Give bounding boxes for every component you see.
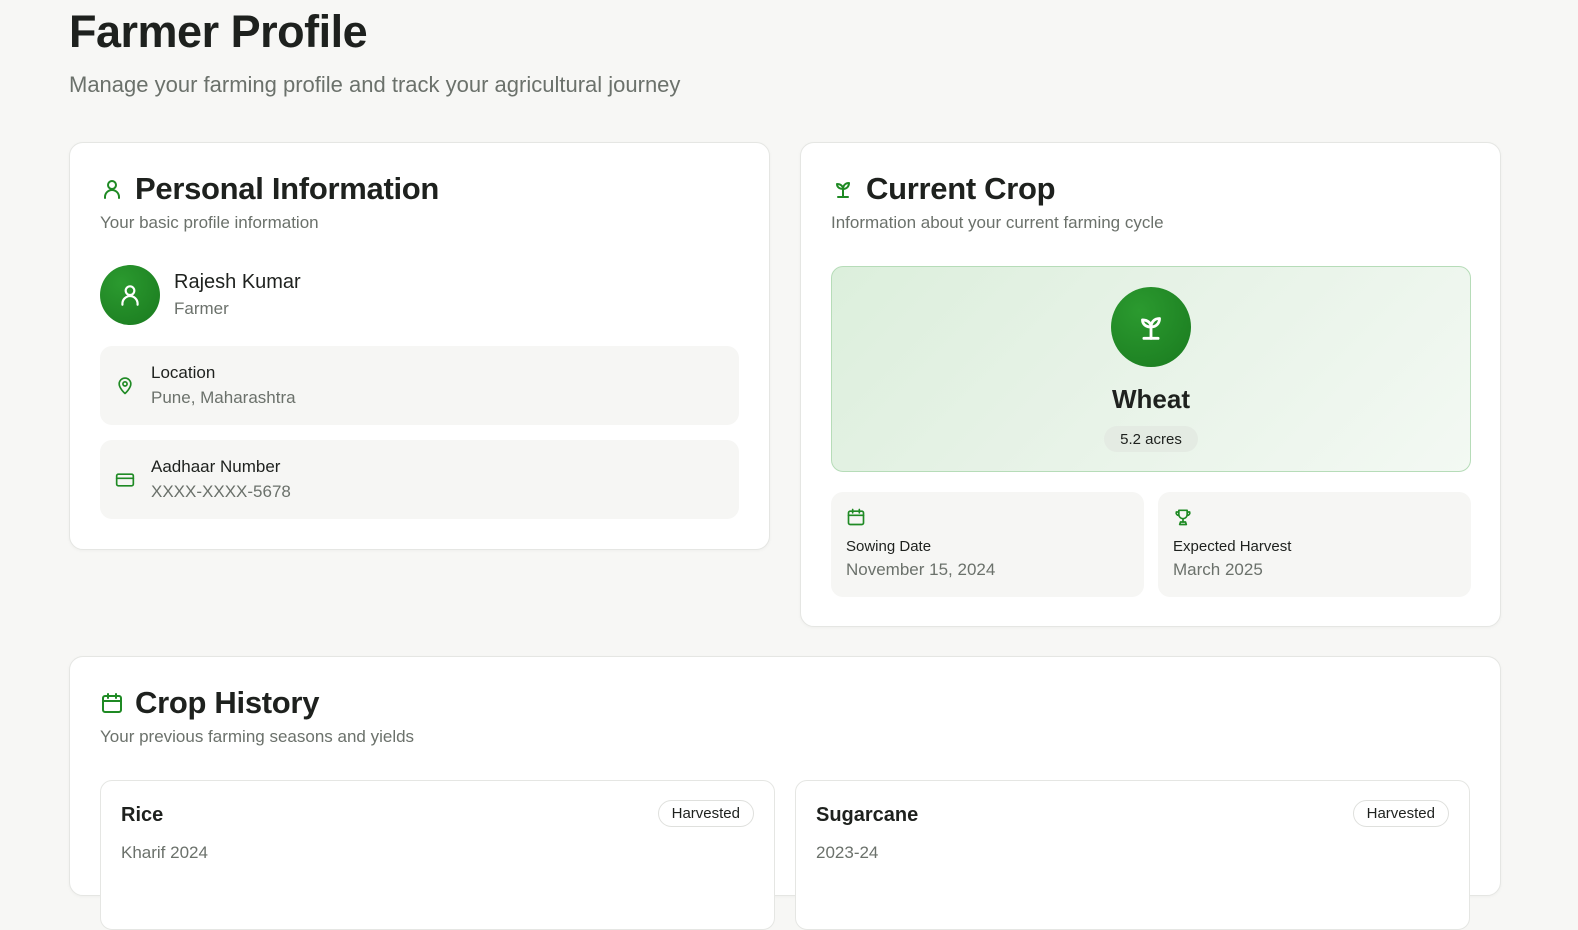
page-subtitle: Manage your farming profile and track yo… xyxy=(69,72,681,97)
map-pin-icon xyxy=(115,376,135,396)
crop-history-description: Your previous farming seasons and yields xyxy=(100,727,415,746)
profile-role: Farmer xyxy=(174,299,229,318)
history-item-sugarcane[interactable]: Sugarcane 2023-24 Harvested xyxy=(795,780,1470,930)
avatar xyxy=(100,265,160,325)
calendar-icon xyxy=(100,691,124,715)
current-crop-header: Current Crop xyxy=(831,171,1056,207)
crop-history-card: Crop History Your previous farming seaso… xyxy=(69,656,1501,930)
location-box: Location Pune, Maharashtra xyxy=(100,346,739,425)
current-crop-card: Current Crop Information about your curr… xyxy=(800,142,1501,627)
location-value: Pune, Maharashtra xyxy=(151,388,296,407)
profile-name: Rajesh Kumar xyxy=(174,271,301,293)
profile-summary: Rajesh Kumar Farmer xyxy=(100,265,301,325)
aadhaar-label: Aadhaar Number xyxy=(151,457,281,476)
aadhaar-box: Aadhaar Number XXXX-XXXX-5678 xyxy=(100,440,739,519)
calendar-icon xyxy=(846,507,866,527)
sowing-date-label: Sowing Date xyxy=(846,538,932,555)
history-crop-name: Rice xyxy=(121,804,164,826)
credit-card-icon xyxy=(115,470,135,490)
history-item-rice[interactable]: Rice Kharif 2024 Harvested xyxy=(100,780,775,930)
location-label: Location xyxy=(151,363,216,382)
status-badge: Harvested xyxy=(1352,800,1449,827)
sowing-date-box: Sowing Date November 15, 2024 xyxy=(831,492,1144,597)
avatar-user-icon xyxy=(121,285,139,306)
current-crop-highlight: Wheat 5.2 acres xyxy=(831,266,1471,472)
crop-sprout-icon xyxy=(1141,317,1161,340)
crop-history-header: Crop History xyxy=(100,685,319,721)
personal-information-header: Personal Information xyxy=(100,171,439,207)
sowing-date-value: November 15, 2024 xyxy=(846,560,996,579)
crop-badge xyxy=(1111,287,1191,367)
history-crop-name: Sugarcane xyxy=(816,804,919,826)
page-title: Farmer Profile xyxy=(69,6,368,57)
aadhaar-value: XXXX-XXXX-5678 xyxy=(151,482,291,501)
current-crop-description: Information about your current farming c… xyxy=(831,213,1164,232)
expected-harvest-box: Expected Harvest March 2025 xyxy=(1158,492,1471,597)
status-badge: Harvested xyxy=(657,800,754,827)
personal-information-title: Personal Information xyxy=(135,171,440,206)
history-season: 2023-24 xyxy=(816,843,879,862)
sprout-icon xyxy=(831,177,855,201)
personal-information-description: Your basic profile information xyxy=(100,213,319,232)
user-icon xyxy=(100,177,124,201)
profile-text: Rajesh Kumar Farmer xyxy=(174,271,301,319)
expected-harvest-value: March 2025 xyxy=(1173,560,1263,579)
history-season: Kharif 2024 xyxy=(121,843,208,862)
crop-area-badge: 5.2 acres xyxy=(1104,426,1198,452)
expected-harvest-label: Expected Harvest xyxy=(1173,538,1292,555)
crop-name: Wheat xyxy=(1112,384,1190,414)
personal-information-card: Personal Information Your basic profile … xyxy=(69,142,770,550)
current-crop-title: Current Crop xyxy=(866,171,1056,206)
crop-history-title: Crop History xyxy=(135,685,320,720)
trophy-icon xyxy=(1173,507,1193,527)
